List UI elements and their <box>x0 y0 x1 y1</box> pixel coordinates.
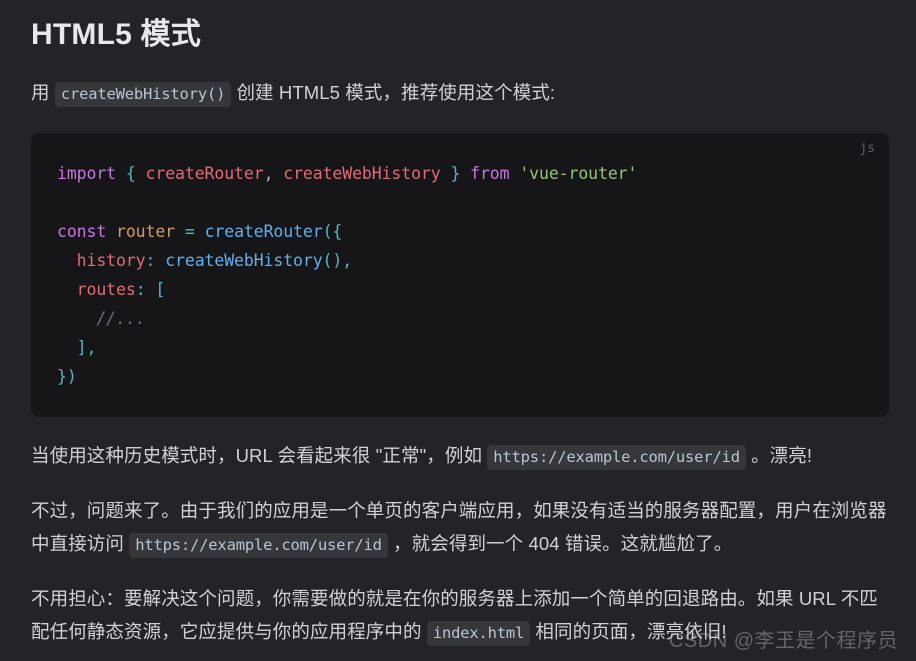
code-language-label: js <box>859 140 875 156</box>
intro-paragraph: 用 createWebHistory() 创建 HTML5 模式，推荐使用这个模… <box>28 76 888 111</box>
inline-code-create-web-history[interactable]: createWebHistory() <box>54 81 232 107</box>
code-token-brace-open: { <box>125 163 136 183</box>
normal-text-after: 。漂亮! <box>745 444 813 466</box>
code-token-bracket-open: [ <box>155 279 166 299</box>
inline-code-example-url-2[interactable]: https://example.com/user/id <box>129 532 388 558</box>
code-token-routes-key: routes <box>76 279 136 299</box>
paragraph-normal-url: 当使用这种历史模式时，URL 会看起来很 "正常"，例如 https://exa… <box>28 439 888 474</box>
code-token-close-all: }) <box>57 366 77 386</box>
code-token-module-name: 'vue-router' <box>519 163 638 183</box>
code-content[interactable]: import { createRouter, createWebHistory … <box>31 159 889 391</box>
code-token-call-open: ({ <box>322 221 343 241</box>
code-token-from: from <box>470 163 510 183</box>
paragraph-404-problem: 不过，问题来了。由于我们的应用是一个单页的客户端应用，如果没有适当的服务器配置，… <box>28 494 888 562</box>
inline-code-index-html[interactable]: index.html <box>426 620 531 646</box>
code-token-colon-1: : <box>145 250 156 270</box>
normal-text-before: 当使用这种历史模式时，URL 会看起来很 "正常"，例如 <box>31 444 488 466</box>
page-title: HTML5 模式 <box>31 18 201 51</box>
code-token-import: import <box>57 163 117 183</box>
code-token-const: const <box>57 221 107 241</box>
code-token-comment: //... <box>96 308 146 328</box>
code-token-paren-comma: (), <box>322 250 353 270</box>
documentation-page: HTML5 模式 用 createWebHistory() 创建 HTML5 模… <box>0 0 916 661</box>
code-token-create-router-call: createRouter <box>204 221 323 241</box>
code-token-colon-2: : <box>135 279 146 299</box>
code-token-comma-1: , <box>263 163 274 183</box>
code-token-history-key: history <box>76 250 146 270</box>
code-token-create-web-history-call: createWebHistory <box>165 250 323 270</box>
paragraph-fallback-fix: 不用担心：要解决这个问题，你需要做的就是在你的服务器上添加一个简单的回退路由。如… <box>28 582 888 650</box>
intro-text-after: 创建 HTML5 模式，推荐使用这个模式: <box>231 81 556 103</box>
intro-text-before: 用 <box>31 81 55 103</box>
code-block-router-setup: js import { createRouter, createWebHisto… <box>31 132 889 417</box>
fix-text-after: 相同的页面，漂亮依旧! <box>530 620 727 642</box>
code-token-brace-close: } <box>450 163 461 183</box>
code-token-bracket-close: ], <box>76 337 97 357</box>
code-token-create-router: createRouter <box>145 163 264 183</box>
code-token-router-var: router <box>116 221 176 241</box>
code-token-create-web-history: createWebHistory <box>283 163 441 183</box>
code-token-equals: = <box>184 221 195 241</box>
problem-text-after: ，就会得到一个 404 错误。这就尴尬了。 <box>387 532 733 554</box>
inline-code-example-url-1[interactable]: https://example.com/user/id <box>487 444 746 470</box>
